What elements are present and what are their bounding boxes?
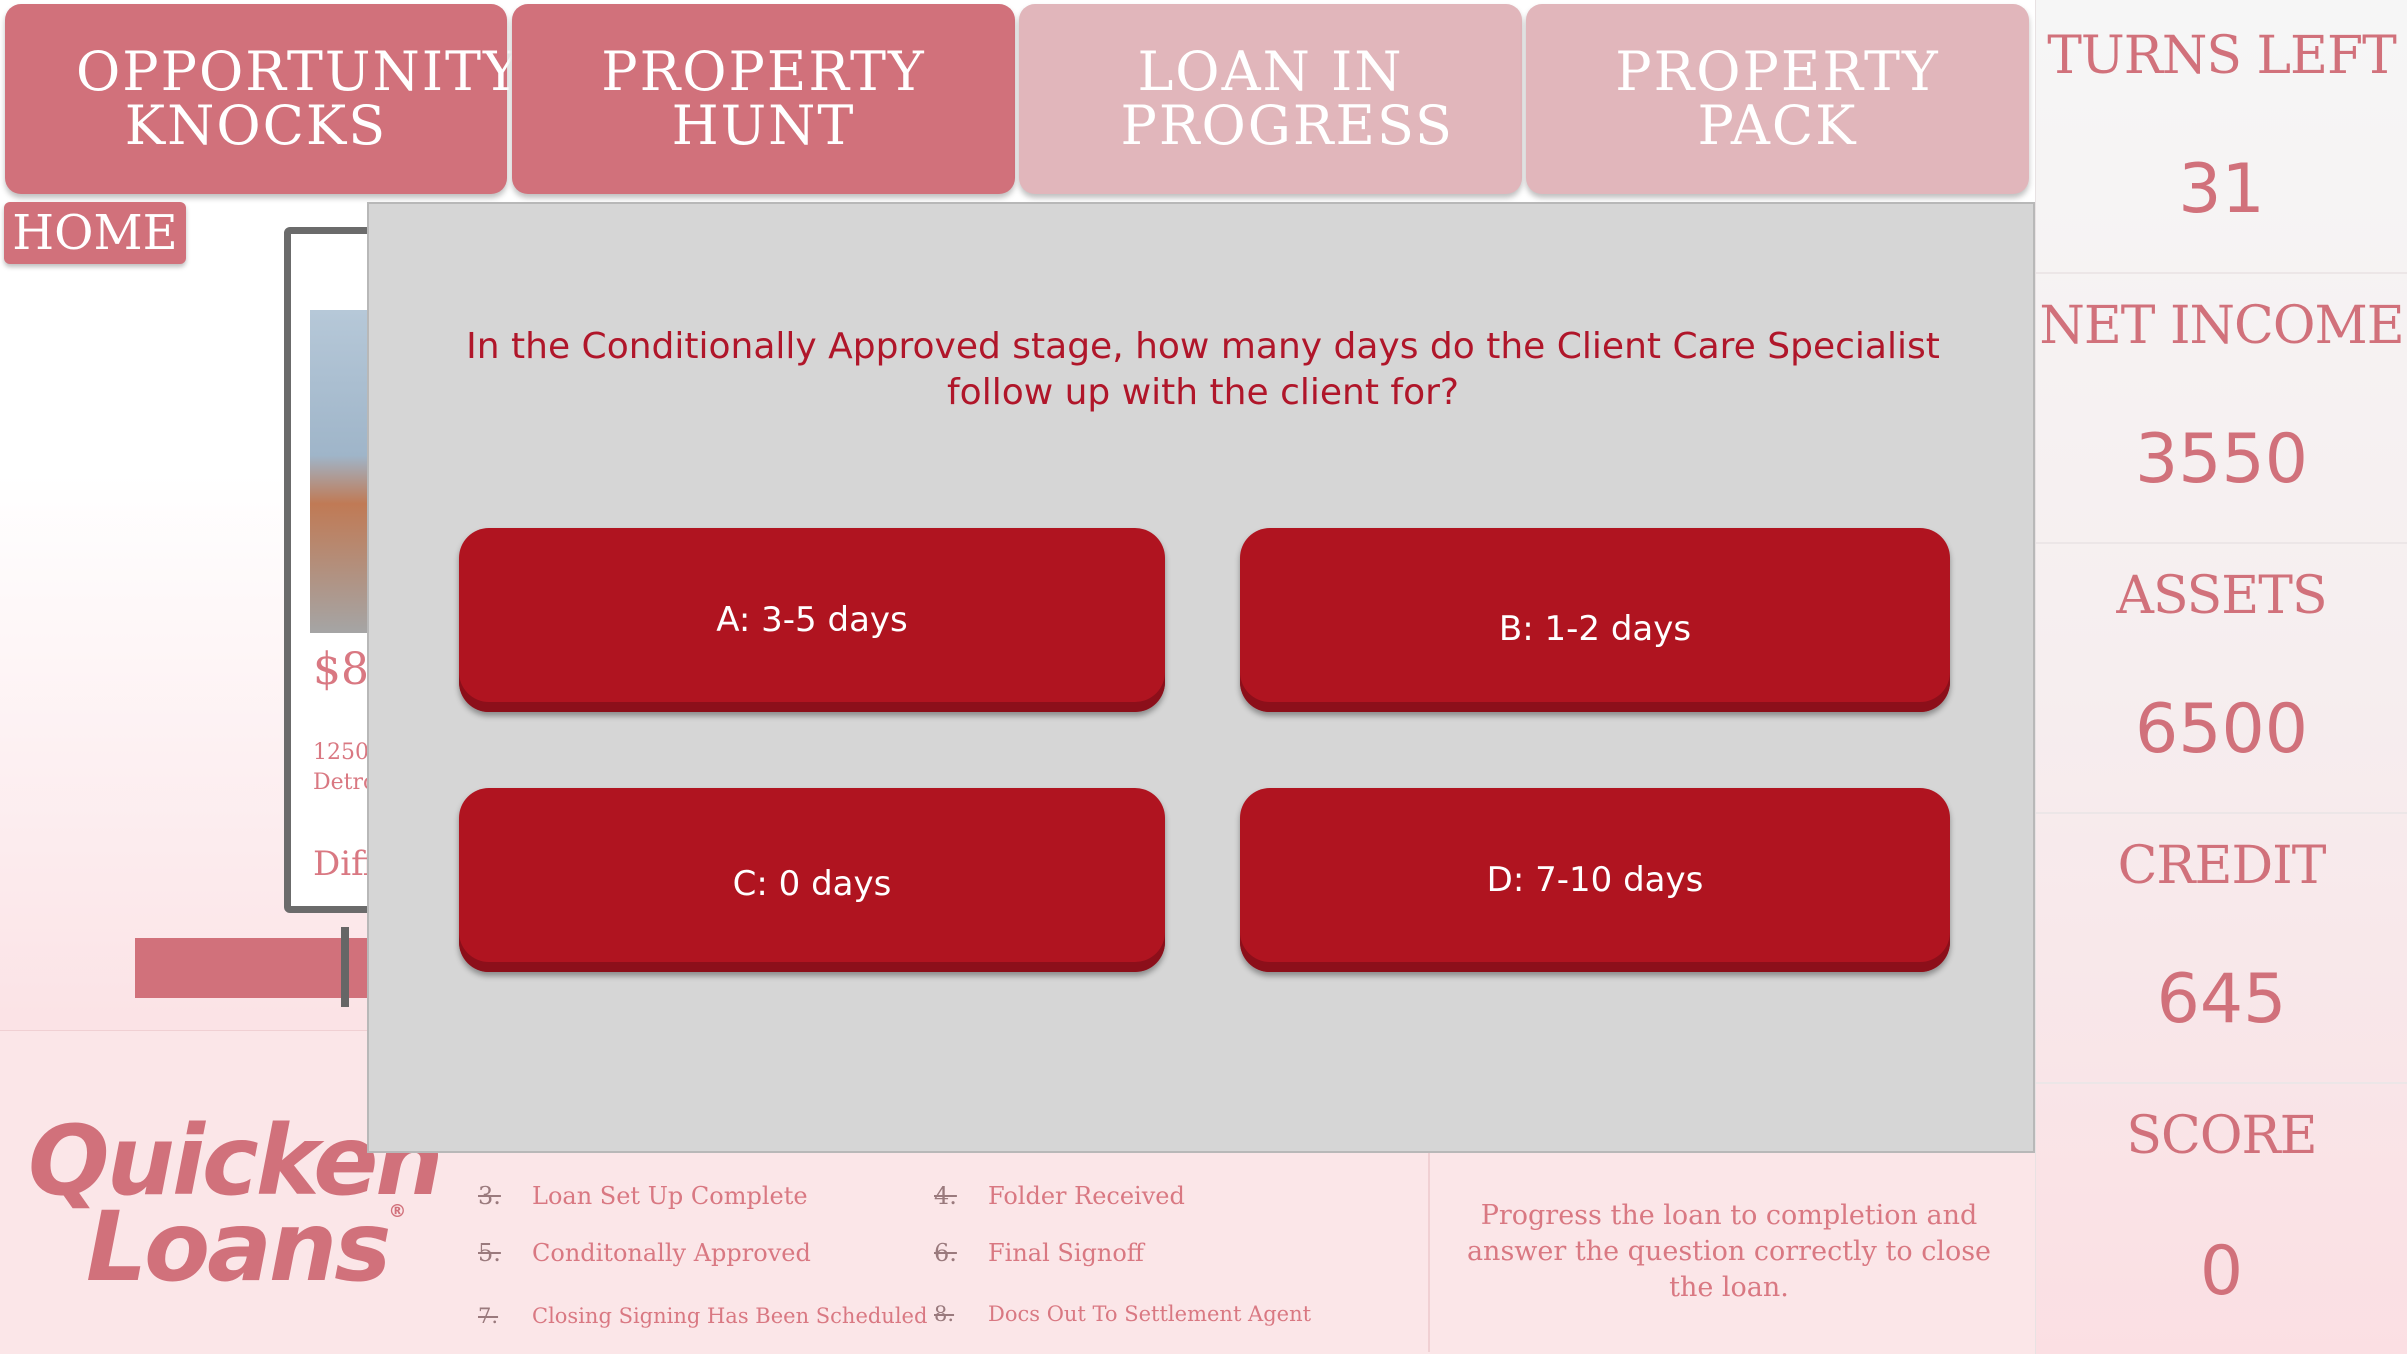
quiz-modal: In the Conditionally Approved stage, how… [367, 202, 2035, 1153]
stat-divider [2036, 272, 2407, 274]
step-number: 5. [478, 1239, 501, 1267]
tab-property-hunt[interactable]: Property Hunt [512, 4, 1015, 194]
home-button[interactable]: Home [4, 202, 186, 264]
progress-bar [135, 938, 370, 998]
answer-b-button[interactable]: B: 1-2 days [1240, 528, 1950, 712]
tab-label: Property Hunt [601, 40, 926, 157]
credit-value: 645 [2156, 960, 2287, 1039]
step-number: 3. [478, 1182, 501, 1210]
answer-label: C: 0 days [732, 864, 892, 904]
instruction-text: Progress the loan to completion and answ… [1466, 1200, 1992, 1303]
credit-label: Credit [2117, 836, 2327, 896]
step-label: Docs Out To Settlement Agent [988, 1302, 1312, 1326]
progress-marker [341, 927, 349, 1007]
step-number: 7. [478, 1304, 499, 1328]
step-number: 4. [934, 1182, 957, 1210]
quiz-question: In the Conditionally Approved stage, how… [466, 326, 1940, 413]
turns-left-value: 31 [2178, 150, 2265, 229]
answer-a-button[interactable]: A: 3-5 days [459, 528, 1165, 712]
tab-property-pack[interactable]: Property Pack [1526, 4, 2029, 194]
score-value: 0 [2199, 1232, 2244, 1311]
step-label: Loan Set Up Complete [532, 1182, 808, 1210]
assets-value: 6500 [2134, 690, 2309, 769]
logo-registered-mark: ® [388, 1201, 407, 1223]
answer-label: D: 7-10 days [1486, 860, 1704, 900]
stats-panel: Turns Left 31 Net Income 3550 Assets 650… [2035, 0, 2407, 1354]
score-label: Score [2126, 1106, 2317, 1166]
stat-divider [2036, 1082, 2407, 1084]
stat-divider [2036, 812, 2407, 814]
tab-label: Opportunity Knocks [76, 40, 521, 157]
instruction-box: Progress the loan to completion and answ… [1428, 1152, 2028, 1352]
step-number: 6. [934, 1239, 957, 1267]
assets-label: Assets [2116, 566, 2327, 626]
loan-step-6: 6. Final Signoff [934, 1239, 1144, 1267]
loan-step-4: 4. Folder Received [934, 1182, 1185, 1210]
tab-loan-in-progress[interactable]: Loan In Progress [1019, 4, 1522, 194]
loan-step-8: 8. Docs Out To Settlement Agent [934, 1302, 1311, 1326]
tab-opportunity-knocks[interactable]: Opportunity Knocks [5, 4, 521, 194]
loan-step-3: 3. Loan Set Up Complete [478, 1182, 808, 1210]
net-income-value: 3550 [2134, 420, 2309, 499]
answer-label: A: 3-5 days [716, 600, 908, 640]
loan-step-7: 7. Closing Signing Has Been Scheduled [478, 1304, 927, 1328]
loan-step-5: 5. Conditonally Approved [478, 1239, 811, 1267]
turns-left-label: Turns Left [2047, 26, 2397, 86]
tab-label: Loan In Progress [1120, 40, 1455, 157]
answer-d-button[interactable]: D: 7-10 days [1240, 788, 1950, 972]
answer-c-button[interactable]: C: 0 days [459, 788, 1165, 972]
tab-label: Property Pack [1615, 40, 1940, 157]
stat-divider [2036, 542, 2407, 544]
step-label: Closing Signing Has Been Scheduled [532, 1304, 928, 1328]
step-label: Final Signoff [988, 1239, 1144, 1267]
home-label: Home [12, 205, 178, 261]
answer-label: B: 1-2 days [1498, 609, 1692, 649]
step-label: Conditonally Approved [532, 1239, 811, 1267]
logo-line2: Loans [86, 1191, 391, 1304]
step-number: 8. [934, 1302, 955, 1326]
step-label: Folder Received [988, 1182, 1185, 1210]
net-income-label: Net Income [2039, 296, 2404, 356]
